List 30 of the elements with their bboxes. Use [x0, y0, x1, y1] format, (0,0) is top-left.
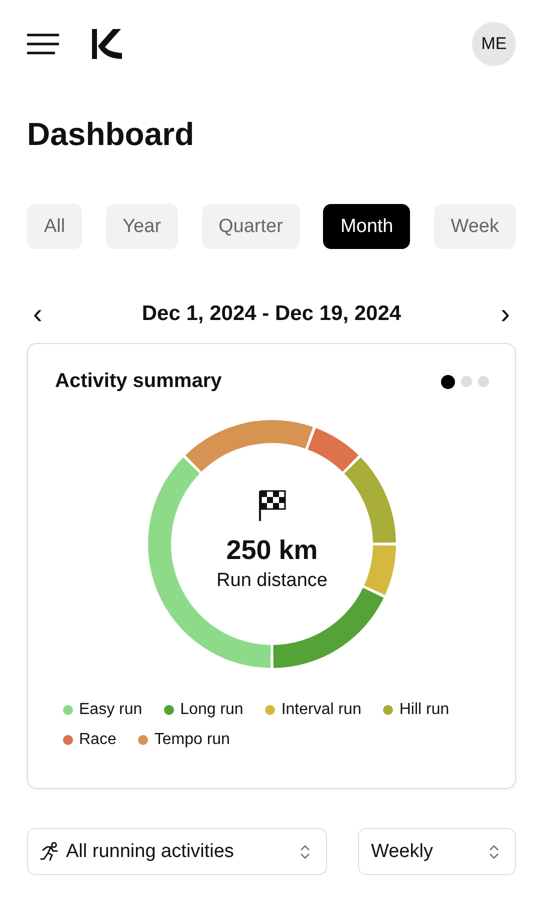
period-tab[interactable]: Quarter — [202, 204, 300, 249]
period-tab[interactable]: Month — [323, 204, 410, 249]
chevron-up-down-icon — [300, 844, 310, 860]
legend-label: Hill run — [399, 701, 450, 719]
filter-select[interactable]: All running activities — [27, 828, 327, 875]
page-title: Dashboard — [27, 115, 196, 154]
period-tab[interactable]: Year — [106, 204, 178, 249]
total-distance: 250 km — [226, 534, 318, 566]
period-tab[interactable]: All — [27, 204, 82, 249]
legend-label: Long run — [180, 701, 244, 719]
pager-dot[interactable] — [441, 374, 455, 388]
flag-icon — [258, 488, 286, 520]
total-label: Run distance — [216, 570, 328, 592]
pager-dot[interactable] — [461, 376, 472, 387]
previous-button[interactable]: ‹ — [27, 298, 48, 330]
menu-icon[interactable] — [27, 33, 59, 55]
card-title: Activity summary — [55, 370, 222, 393]
next-button[interactable]: › — [494, 298, 516, 330]
chevron-up-down-icon — [489, 844, 499, 860]
legend-label: Interval run — [281, 701, 362, 719]
legend-label: Tempo run — [154, 731, 230, 749]
period-tab[interactable]: Week — [434, 204, 516, 249]
legend-label: Easy run — [79, 701, 142, 719]
filter-select[interactable]: Weekly — [358, 828, 516, 875]
pager-dot[interactable] — [478, 376, 489, 387]
logo-icon — [91, 29, 123, 59]
date-range: Dec 1, 2024 - Dec 19, 2024 — [142, 302, 402, 326]
runner-icon — [40, 842, 60, 862]
avatar[interactable]: ME — [472, 22, 516, 66]
legend-label: Race — [79, 731, 116, 749]
